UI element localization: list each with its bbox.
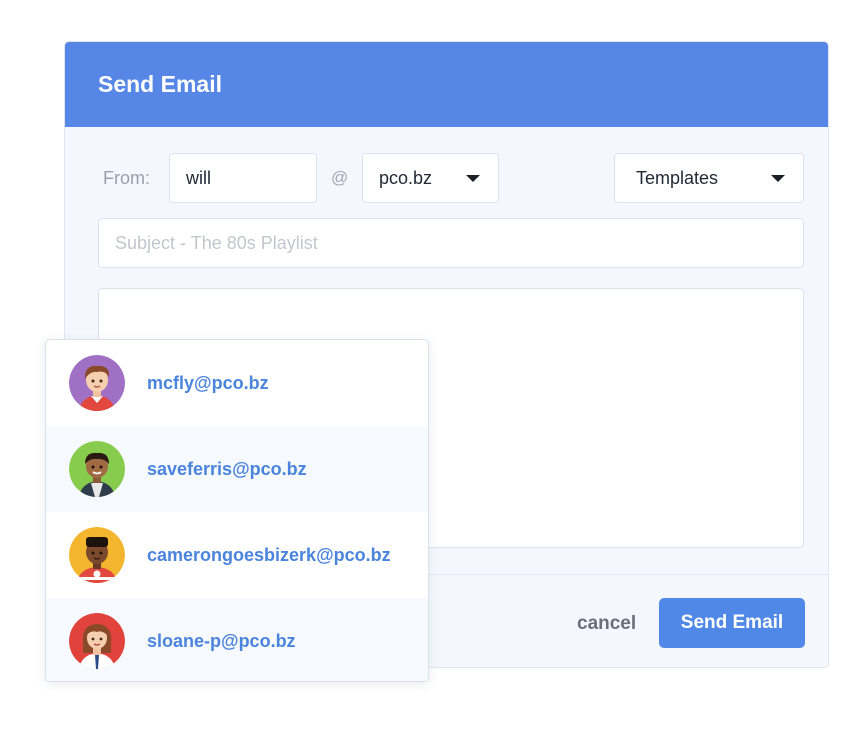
from-username-input[interactable]: will bbox=[169, 153, 317, 203]
suggestion-item[interactable]: mcfly@pco.bz bbox=[46, 340, 428, 426]
avatar-boy-red-shirt-icon bbox=[69, 355, 125, 411]
avatar-girl-icon bbox=[69, 613, 125, 669]
subject-input[interactable]: Subject - The 80s Playlist bbox=[98, 218, 804, 268]
suggestion-email: saveferris@pco.bz bbox=[147, 459, 307, 479]
suggestion-item[interactable]: sloane-p@pco.bz bbox=[46, 598, 428, 681]
domain-select[interactable]: pco.bz bbox=[362, 153, 499, 203]
suggestion-item[interactable]: camerongoesbizerk@pco.bz bbox=[46, 512, 428, 598]
templates-select[interactable]: Templates bbox=[614, 153, 804, 203]
recipient-suggestions-dropdown: mcfly@pco.bz saveferris@pco.bz camerongo… bbox=[45, 339, 429, 682]
dialog-header: Send Email bbox=[65, 42, 828, 127]
dialog-title: Send Email bbox=[98, 71, 222, 97]
templates-select-label: Templates bbox=[636, 168, 719, 188]
suggestion-email: sloane-p@pco.bz bbox=[147, 631, 296, 651]
suggestion-email: camerongoesbizerk@pco.bz bbox=[147, 545, 391, 565]
from-label: From: bbox=[103, 168, 150, 188]
stage: Send Email From: will @ pco.bz Templates… bbox=[0, 0, 860, 753]
avatar-boy-vest-icon bbox=[69, 441, 125, 497]
caret-down-icon bbox=[771, 175, 785, 182]
send-email-button[interactable]: Send Email bbox=[659, 598, 805, 648]
suggestion-item[interactable]: saveferris@pco.bz bbox=[46, 426, 428, 512]
suggestion-email: mcfly@pco.bz bbox=[147, 373, 269, 393]
caret-down-icon bbox=[466, 175, 480, 182]
at-sign: @ bbox=[331, 168, 349, 187]
cancel-button[interactable]: cancel bbox=[577, 613, 636, 635]
domain-select-value: pco.bz bbox=[379, 168, 433, 188]
avatar-boy-jersey-icon bbox=[69, 527, 125, 583]
